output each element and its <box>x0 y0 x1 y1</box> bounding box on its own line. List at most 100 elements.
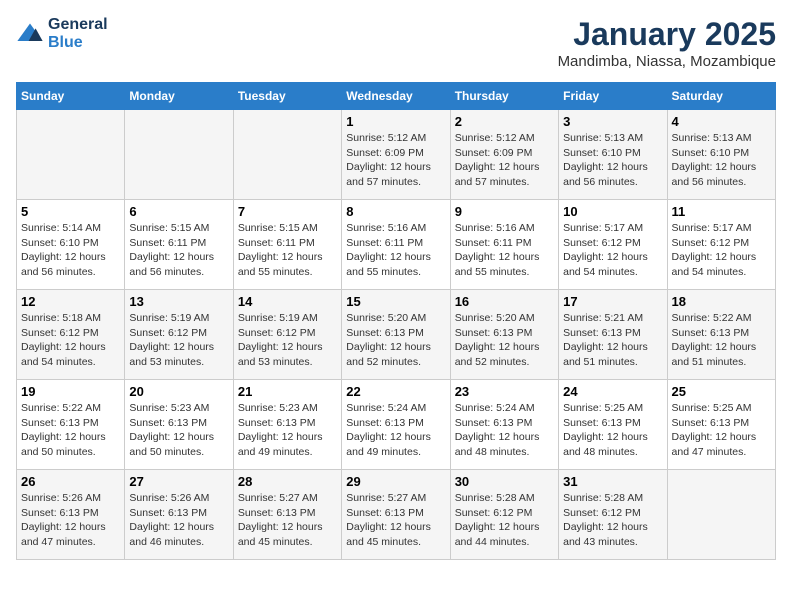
day-number: 24 <box>563 384 662 399</box>
calendar-cell <box>233 110 341 200</box>
day-info: Sunrise: 5:28 AM Sunset: 6:12 PM Dayligh… <box>455 491 554 550</box>
day-number: 11 <box>672 204 771 219</box>
calendar-cell: 4 Sunrise: 5:13 AM Sunset: 6:10 PM Daylig… <box>667 110 775 200</box>
day-number: 15 <box>346 294 445 309</box>
day-number: 26 <box>21 474 120 489</box>
day-info: Sunrise: 5:12 AM Sunset: 6:09 PM Dayligh… <box>346 131 445 190</box>
calendar-cell <box>125 110 233 200</box>
weekday-header-friday: Friday <box>559 83 667 110</box>
day-number: 9 <box>455 204 554 219</box>
calendar-week-1: 1Sunrise: 5:12 AM Sunset: 6:09 PM Daylig… <box>17 110 776 200</box>
calendar-cell: 23 Sunrise: 5:24 AM Sunset: 6:13 PM Dayli… <box>450 380 558 470</box>
day-number: 12 <box>21 294 120 309</box>
calendar-cell: 5 Sunrise: 5:14 AM Sunset: 6:10 PM Daylig… <box>17 200 125 290</box>
calendar-cell: 1Sunrise: 5:12 AM Sunset: 6:09 PM Daylig… <box>342 110 450 200</box>
day-number: 3 <box>563 114 662 129</box>
calendar-cell: 17Sunrise: 5:21 AM Sunset: 6:13 PM Dayli… <box>559 290 667 380</box>
day-info: Sunrise: 5:22 AM Sunset: 6:13 PM Dayligh… <box>21 401 120 460</box>
header: General Blue January 2025 Mandimba, Nias… <box>16 16 776 70</box>
weekday-header-saturday: Saturday <box>667 83 775 110</box>
day-number: 28 <box>238 474 337 489</box>
day-number: 5 <box>21 204 120 219</box>
day-info: Sunrise: 5:25 AM Sunset: 6:13 PM Dayligh… <box>672 401 771 460</box>
day-number: 29 <box>346 474 445 489</box>
day-number: 25 <box>672 384 771 399</box>
day-number: 14 <box>238 294 337 309</box>
day-number: 17 <box>563 294 662 309</box>
calendar-cell: 28 Sunrise: 5:27 AM Sunset: 6:13 PM Dayli… <box>233 470 341 560</box>
calendar-cell: 13Sunrise: 5:19 AM Sunset: 6:12 PM Dayli… <box>125 290 233 380</box>
calendar-cell: 24 Sunrise: 5:25 AM Sunset: 6:13 PM Dayli… <box>559 380 667 470</box>
day-info: Sunrise: 5:24 AM Sunset: 6:13 PM Dayligh… <box>455 401 554 460</box>
day-number: 18 <box>672 294 771 309</box>
weekday-header-thursday: Thursday <box>450 83 558 110</box>
day-info: Sunrise: 5:28 AM Sunset: 6:12 PM Dayligh… <box>563 491 662 550</box>
day-info: Sunrise: 5:13 AM Sunset: 6:10 PM Dayligh… <box>672 131 771 190</box>
day-info: Sunrise: 5:14 AM Sunset: 6:10 PM Dayligh… <box>21 221 120 280</box>
calendar-cell: 14Sunrise: 5:19 AM Sunset: 6:12 PM Dayli… <box>233 290 341 380</box>
calendar-cell: 11 Sunrise: 5:17 AM Sunset: 6:12 PM Dayli… <box>667 200 775 290</box>
day-number: 31 <box>563 474 662 489</box>
day-number: 13 <box>129 294 228 309</box>
day-info: Sunrise: 5:26 AM Sunset: 6:13 PM Dayligh… <box>129 491 228 550</box>
calendar-cell: 6 Sunrise: 5:15 AM Sunset: 6:11 PM Daylig… <box>125 200 233 290</box>
calendar-cell: 9 Sunrise: 5:16 AM Sunset: 6:11 PM Daylig… <box>450 200 558 290</box>
weekday-header-tuesday: Tuesday <box>233 83 341 110</box>
calendar-cell: 18Sunrise: 5:22 AM Sunset: 6:13 PM Dayli… <box>667 290 775 380</box>
calendar-week-5: 26 Sunrise: 5:26 AM Sunset: 6:13 PM Dayli… <box>17 470 776 560</box>
calendar-week-4: 19Sunrise: 5:22 AM Sunset: 6:13 PM Dayli… <box>17 380 776 470</box>
calendar-cell: 10Sunrise: 5:17 AM Sunset: 6:12 PM Dayli… <box>559 200 667 290</box>
calendar-cell <box>17 110 125 200</box>
calendar-cell: 16Sunrise: 5:20 AM Sunset: 6:13 PM Dayli… <box>450 290 558 380</box>
calendar-week-3: 12 Sunrise: 5:18 AM Sunset: 6:12 PM Dayli… <box>17 290 776 380</box>
calendar-cell: 31 Sunrise: 5:28 AM Sunset: 6:12 PM Dayli… <box>559 470 667 560</box>
calendar-cell: 2Sunrise: 5:12 AM Sunset: 6:09 PM Daylig… <box>450 110 558 200</box>
calendar-cell: 25 Sunrise: 5:25 AM Sunset: 6:13 PM Dayli… <box>667 380 775 470</box>
calendar-cell: 29 Sunrise: 5:27 AM Sunset: 6:13 PM Dayli… <box>342 470 450 560</box>
calendar-cell: 21 Sunrise: 5:23 AM Sunset: 6:13 PM Dayli… <box>233 380 341 470</box>
calendar-cell: 27Sunrise: 5:26 AM Sunset: 6:13 PM Dayli… <box>125 470 233 560</box>
day-number: 8 <box>346 204 445 219</box>
calendar-cell: 3Sunrise: 5:13 AM Sunset: 6:10 PM Daylig… <box>559 110 667 200</box>
day-number: 20 <box>129 384 228 399</box>
day-info: Sunrise: 5:18 AM Sunset: 6:12 PM Dayligh… <box>21 311 120 370</box>
subtitle: Mandimba, Niassa, Mozambique <box>558 53 776 70</box>
calendar-table: SundayMondayTuesdayWednesdayThursdayFrid… <box>16 82 776 560</box>
logo-icon <box>16 20 44 48</box>
calendar-cell: 19Sunrise: 5:22 AM Sunset: 6:13 PM Dayli… <box>17 380 125 470</box>
weekday-header-wednesday: Wednesday <box>342 83 450 110</box>
day-number: 30 <box>455 474 554 489</box>
main-title: January 2025 <box>558 16 776 53</box>
day-info: Sunrise: 5:20 AM Sunset: 6:13 PM Dayligh… <box>455 311 554 370</box>
day-info: Sunrise: 5:27 AM Sunset: 6:13 PM Dayligh… <box>346 491 445 550</box>
weekday-header-sunday: Sunday <box>17 83 125 110</box>
weekday-header-monday: Monday <box>125 83 233 110</box>
day-info: Sunrise: 5:24 AM Sunset: 6:13 PM Dayligh… <box>346 401 445 460</box>
day-number: 22 <box>346 384 445 399</box>
day-number: 23 <box>455 384 554 399</box>
calendar-cell: 7Sunrise: 5:15 AM Sunset: 6:11 PM Daylig… <box>233 200 341 290</box>
day-info: Sunrise: 5:17 AM Sunset: 6:12 PM Dayligh… <box>672 221 771 280</box>
calendar-cell: 15 Sunrise: 5:20 AM Sunset: 6:13 PM Dayli… <box>342 290 450 380</box>
logo-text: General Blue <box>48 16 108 51</box>
day-number: 6 <box>129 204 228 219</box>
day-info: Sunrise: 5:15 AM Sunset: 6:11 PM Dayligh… <box>129 221 228 280</box>
day-info: Sunrise: 5:16 AM Sunset: 6:11 PM Dayligh… <box>455 221 554 280</box>
day-info: Sunrise: 5:12 AM Sunset: 6:09 PM Dayligh… <box>455 131 554 190</box>
day-number: 10 <box>563 204 662 219</box>
day-info: Sunrise: 5:25 AM Sunset: 6:13 PM Dayligh… <box>563 401 662 460</box>
day-number: 4 <box>672 114 771 129</box>
calendar-week-2: 5 Sunrise: 5:14 AM Sunset: 6:10 PM Daylig… <box>17 200 776 290</box>
calendar-header-row: SundayMondayTuesdayWednesdayThursdayFrid… <box>17 83 776 110</box>
day-number: 21 <box>238 384 337 399</box>
day-info: Sunrise: 5:27 AM Sunset: 6:13 PM Dayligh… <box>238 491 337 550</box>
calendar-cell: 20 Sunrise: 5:23 AM Sunset: 6:13 PM Dayli… <box>125 380 233 470</box>
calendar-cell: 12 Sunrise: 5:18 AM Sunset: 6:12 PM Dayli… <box>17 290 125 380</box>
calendar-cell: 8Sunrise: 5:16 AM Sunset: 6:11 PM Daylig… <box>342 200 450 290</box>
logo: General Blue <box>16 16 108 51</box>
day-info: Sunrise: 5:23 AM Sunset: 6:13 PM Dayligh… <box>238 401 337 460</box>
calendar-cell <box>667 470 775 560</box>
day-info: Sunrise: 5:20 AM Sunset: 6:13 PM Dayligh… <box>346 311 445 370</box>
day-info: Sunrise: 5:23 AM Sunset: 6:13 PM Dayligh… <box>129 401 228 460</box>
day-info: Sunrise: 5:15 AM Sunset: 6:11 PM Dayligh… <box>238 221 337 280</box>
